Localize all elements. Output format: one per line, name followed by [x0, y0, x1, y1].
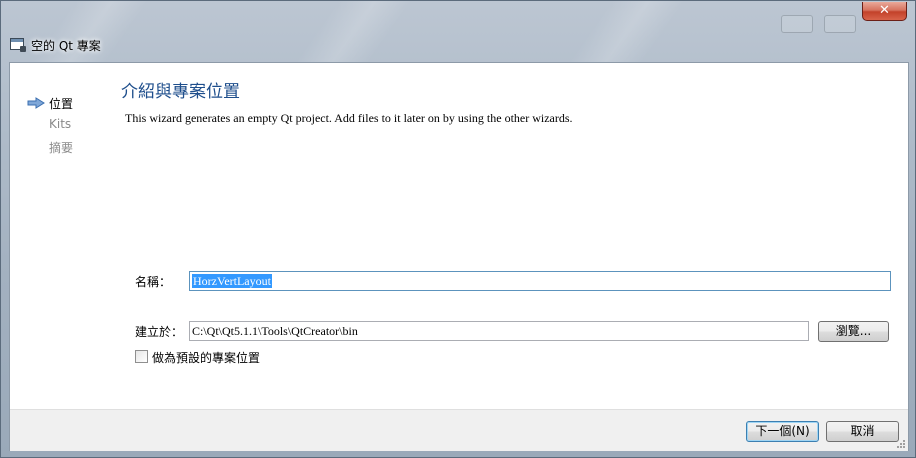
step-location: 位置	[49, 97, 74, 111]
close-icon: ✕	[879, 3, 890, 18]
default-location-checkbox[interactable]	[135, 350, 148, 363]
title-bar[interactable]: 空的 Qt 專案	[1, 29, 916, 61]
browse-button[interactable]: 瀏覽...	[818, 321, 889, 342]
close-button[interactable]: ✕	[862, 2, 907, 21]
wizard-dialog: 位置 Kits 摘要 介紹與專案位置 This wizard generates…	[9, 62, 909, 451]
window-icon	[10, 38, 26, 52]
location-label: 建立於：	[135, 325, 184, 339]
location-input[interactable]: C:\Qt\Qt5.1.1\Tools\QtCreator\bin	[189, 321, 809, 341]
arrow-right-icon	[27, 97, 45, 109]
location-input-value: C:\Qt\Qt5.1.1\Tools\QtCreator\bin	[192, 324, 358, 338]
page-title: 介紹與專案位置	[121, 82, 240, 102]
wizard-steps: 位置 Kits 摘要	[10, 63, 110, 403]
cancel-button[interactable]: 取消	[826, 421, 899, 442]
default-location-label: 做為預設的專案位置	[152, 351, 261, 365]
window-title: 空的 Qt 專案	[31, 39, 101, 53]
name-input[interactable]: HorzVertLayout	[189, 271, 891, 291]
resize-grip-icon[interactable]	[896, 439, 906, 449]
window-frame: ✕ 空的 Qt 專案 位置 Kits 摘要 介紹與專案位置 This wizar…	[0, 0, 916, 458]
next-button[interactable]: 下一個(N)	[746, 421, 819, 442]
step-kits: Kits	[49, 117, 72, 131]
name-label: 名稱：	[135, 275, 172, 289]
page-description: This wizard generates an empty Qt projec…	[125, 111, 573, 125]
button-bar: 下一個(N) 取消	[10, 409, 908, 451]
step-summary: 摘要	[49, 141, 74, 155]
name-input-value: HorzVertLayout	[192, 274, 272, 288]
